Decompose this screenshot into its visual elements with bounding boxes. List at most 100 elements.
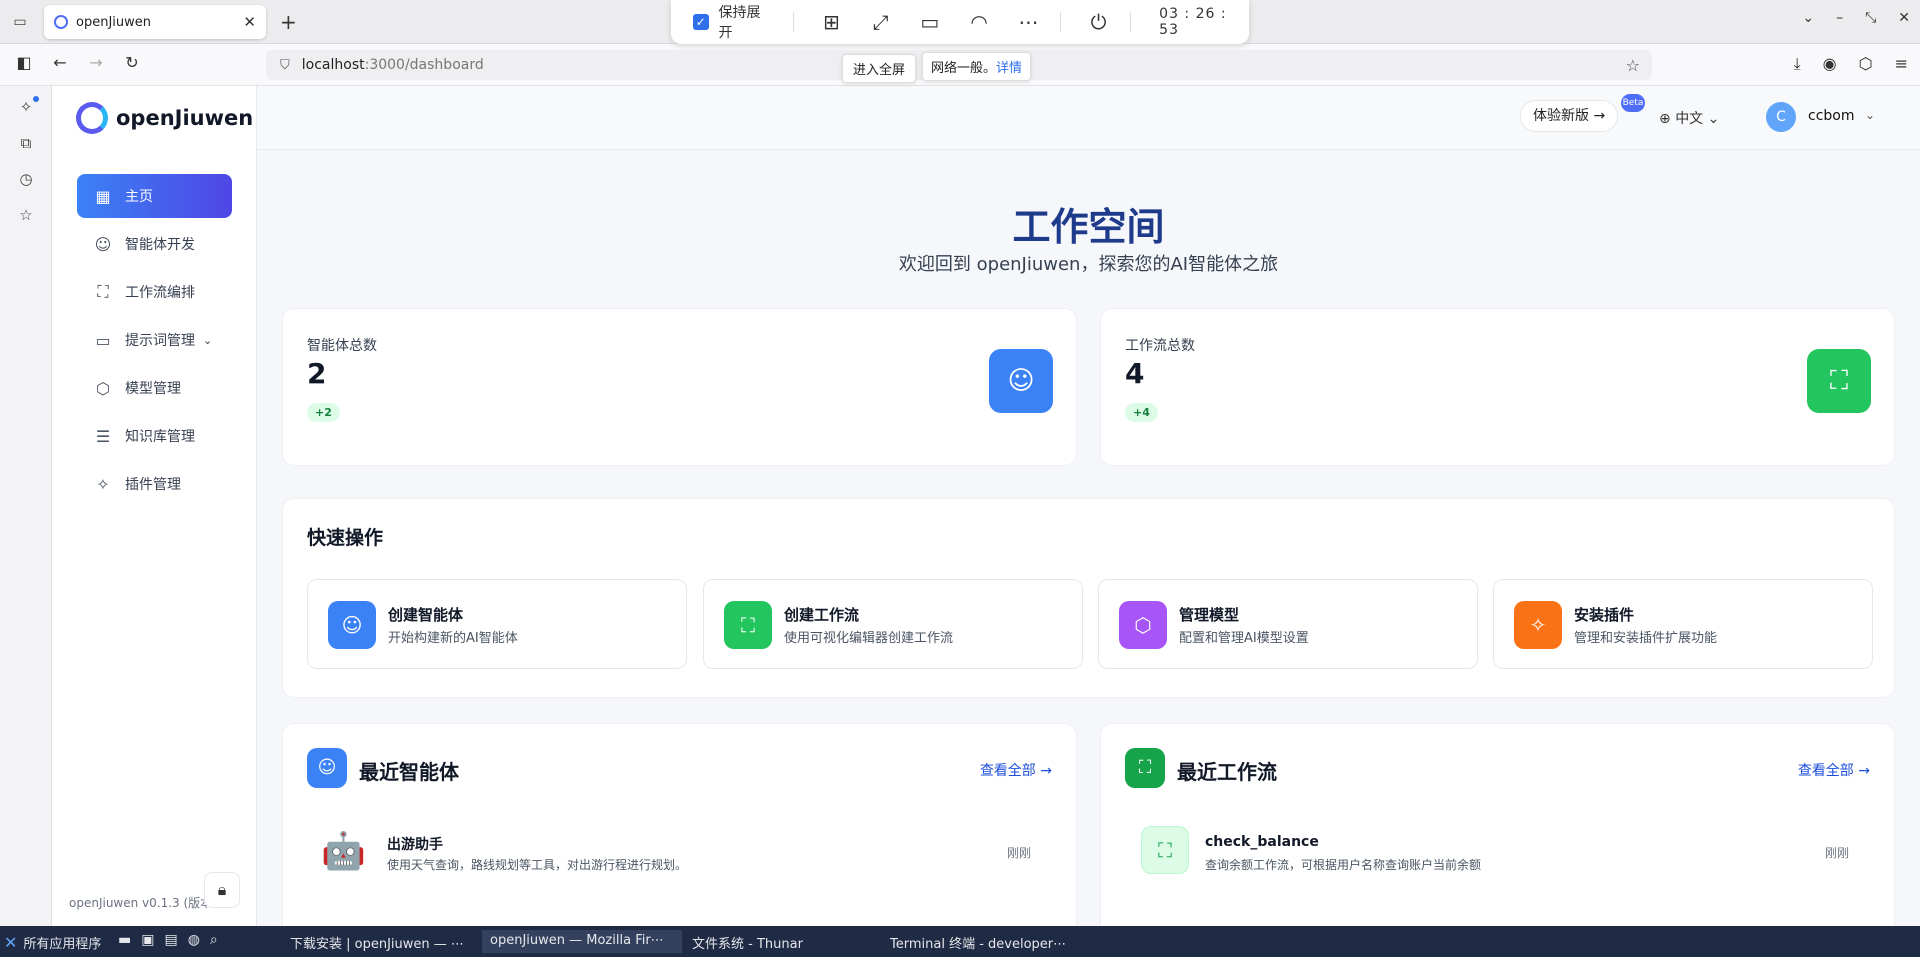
sidebar-item-agent-dev[interactable]: ☺ 智能体开发 xyxy=(77,222,232,266)
chevron-down-icon[interactable]: ⌄ xyxy=(1865,108,1875,122)
taskbar-task-active[interactable]: openJiuwen — Mozilla Fir⋯ xyxy=(482,930,682,953)
list-item-desc: 查询余额工作流，可根据用户名称查询账户当前余额 xyxy=(1205,858,1482,872)
terminal-icon[interactable]: ▣ xyxy=(141,932,154,948)
avatar[interactable]: C xyxy=(1766,102,1796,132)
history-icon[interactable]: ◷ xyxy=(16,170,36,188)
chevron-down-icon: ⌄ xyxy=(1707,111,1720,127)
puzzle-icon: ✧ xyxy=(1514,601,1562,649)
chevron-down-icon: ⌄ xyxy=(203,333,213,347)
list-item-time: 刚刚 xyxy=(1824,846,1849,860)
synced-tabs-icon[interactable]: ⧉ xyxy=(16,134,36,152)
power-icon[interactable]: ⏻ xyxy=(1087,10,1110,34)
browser-side-strip: ✧ ⧉ ◷ ☆ ⚙ xyxy=(0,86,52,926)
search-icon[interactable]: ⌕ xyxy=(210,932,218,948)
tab-title: openJiuwen xyxy=(76,14,151,30)
browser-tab[interactable]: openJiuwen ✕ xyxy=(44,5,266,39)
dashboard-icon: ▦ xyxy=(95,186,111,206)
keep-expanded-label: 保持展开 xyxy=(718,5,761,41)
quick-action-name: 创建智能体 xyxy=(388,606,464,624)
sidebar-item-prompts[interactable]: ▭ 提示词管理 ⌄ xyxy=(77,318,232,362)
taskbar-task[interactable]: Terminal 终端 - developer⋯ xyxy=(882,930,1082,953)
try-new-version-button[interactable]: 体验新版 → xyxy=(1520,100,1619,132)
quick-action-create-workflow[interactable]: ⛶ 创建工作流 使用可视化编辑器创建工作流 xyxy=(703,579,1083,669)
user-name[interactable]: ccbom xyxy=(1808,108,1854,124)
bookmarks-icon[interactable]: ☆ xyxy=(16,206,36,224)
stat-value: 2 xyxy=(307,357,327,390)
list-item-name: check_balance xyxy=(1205,834,1319,850)
keep-expanded-checkbox[interactable]: ✓ xyxy=(693,14,709,30)
more-icon[interactable]: ⋯ xyxy=(1017,10,1040,34)
app-sidebar: openJiuwen ▦ 主页 ☺ 智能体开发 ⛶ 工作流编排 ▭ 提示词管理 … xyxy=(52,86,257,926)
recent-agents-title: 最近智能体 xyxy=(359,760,459,784)
sidebar-toggle-icon[interactable]: ◧ xyxy=(12,53,36,72)
menu-icon[interactable]: ≡ xyxy=(1895,54,1908,74)
view-all-agents-link[interactable]: 查看全部 → xyxy=(980,760,1052,780)
app-logo[interactable]: openJiuwen xyxy=(76,102,253,134)
new-tab-icon[interactable]: + xyxy=(280,10,297,34)
downloads-icon[interactable]: ⤓ xyxy=(1794,54,1801,74)
sidebar-item-label: 模型管理 xyxy=(125,381,181,397)
reload-icon[interactable]: ↻ xyxy=(120,53,144,72)
tab-list-icon[interactable]: ▭ xyxy=(10,12,30,32)
account-icon[interactable]: ◉ xyxy=(1823,54,1837,74)
sidebar-item-workflow[interactable]: ⛶ 工作流编排 xyxy=(77,270,232,314)
start-menu-button[interactable]: ✕ 所有应用程序 xyxy=(4,933,101,952)
tab-overflow-icon[interactable]: ⌄ xyxy=(1802,10,1814,26)
main-content: 工作空间 欢迎回到 openJiuwen，探索您的AI智能体之旅 智能体总数 2… xyxy=(257,150,1920,926)
notification-dot xyxy=(33,96,39,102)
stat-card-workflows: 工作流总数 4 +4 ⛶ xyxy=(1100,308,1895,466)
page-title: 工作空间 xyxy=(1012,205,1165,249)
quick-action-manage-models[interactable]: ⬡ 管理模型 配置和管理AI模型设置 xyxy=(1098,579,1478,669)
stat-label: 工作流总数 xyxy=(1125,338,1195,354)
app-version: openJiuwen v0.1.3 (版本 xyxy=(69,896,213,910)
wifi-icon[interactable]: ◠ xyxy=(967,10,990,34)
beta-badge: Beta xyxy=(1621,94,1645,112)
forward-icon[interactable]: → xyxy=(84,53,108,72)
sidebar-item-knowledge[interactable]: ☰ 知识库管理 xyxy=(77,414,232,458)
list-item[interactable]: ⛶ check_balance 查询余额工作流，可根据用户名称查询账户当前余额 … xyxy=(1125,822,1865,882)
bookmark-star-icon[interactable]: ☆ xyxy=(1626,56,1640,75)
folder-icon[interactable]: ▤ xyxy=(164,932,177,948)
list-item[interactable]: 🤖 出游助手 使用天气查询，路线规划等工具，对出游行程进行规划。 刚刚 xyxy=(307,822,1047,882)
shield-icon[interactable]: ⛉ xyxy=(280,58,290,73)
fullscreen-icon[interactable]: ⤢ xyxy=(869,10,892,34)
quick-action-install-plugins[interactable]: ✧ 安装插件 管理和安装插件扩展功能 xyxy=(1493,579,1873,669)
firefox-icon[interactable]: ◍ xyxy=(188,932,200,948)
close-window-icon[interactable]: ✕ xyxy=(1898,10,1910,26)
quick-actions-panel: 快速操作 ☺ 创建智能体 开始构建新的AI智能体 ⛶ 创建工作流 使用可视化编辑… xyxy=(282,498,1895,698)
language-label: 中文 xyxy=(1675,111,1704,127)
database-icon: ☰ xyxy=(95,426,111,446)
quick-action-name: 创建工作流 xyxy=(784,606,860,624)
quick-action-create-agent[interactable]: ☺ 创建智能体 开始构建新的AI智能体 xyxy=(307,579,687,669)
language-selector[interactable]: ⊕ 中文 ⌄ xyxy=(1659,108,1719,128)
workflow-icon: ⛶ xyxy=(97,282,109,301)
recent-workflows-panel: ⛶ 最近工作流 查看全部 → ⛶ check_balance 查询余额工作流，可… xyxy=(1100,723,1895,926)
network-tooltip: 网络一般。详情 xyxy=(922,52,1032,81)
sidebar-item-models[interactable]: ⬡ 模型管理 xyxy=(77,366,232,410)
minimize-icon[interactable]: – xyxy=(1836,10,1843,26)
start-menu-label: 所有应用程序 xyxy=(23,937,102,952)
network-details-link[interactable]: 详情 xyxy=(996,61,1022,76)
fullscreen-tooltip: 进入全屏 xyxy=(842,54,917,83)
workflow-icon: ⛶ xyxy=(1125,748,1165,788)
view-all-workflows-link[interactable]: 查看全部 → xyxy=(1798,760,1870,780)
extensions-icon[interactable]: ⬡ xyxy=(1859,54,1873,74)
network-status-text: 网络一般。 xyxy=(931,61,997,76)
sidebar-item-home[interactable]: ▦ 主页 xyxy=(77,174,232,218)
screen-icon[interactable]: ▭ xyxy=(918,10,941,34)
back-icon[interactable]: ← xyxy=(48,53,72,72)
taskbar-task[interactable]: 文件系统 - Thunar xyxy=(684,930,874,953)
tab-close-icon[interactable]: ✕ xyxy=(243,13,256,31)
sidebar-item-plugins[interactable]: ✧ 插件管理 xyxy=(77,462,232,506)
desktop-icon[interactable]: ▬ xyxy=(118,932,131,948)
sidebar-item-label: 知识库管理 xyxy=(125,429,195,445)
sidebar-item-label: 工作流编排 xyxy=(125,285,195,301)
taskbar-task[interactable]: 下载安装 | openJiuwen — ⋯ xyxy=(282,930,480,953)
restore-icon[interactable]: ⤡ xyxy=(1865,10,1876,26)
lock-icon[interactable]: 🔒︎ xyxy=(204,872,240,908)
toolbar-divider xyxy=(1130,12,1132,32)
app-header: 体验新版 → Beta ⊕ 中文 ⌄ C ccbom ⌄ xyxy=(257,86,1920,150)
toolbar-divider xyxy=(792,12,794,32)
add-window-icon[interactable]: ⊞ xyxy=(820,10,843,34)
globe-icon: ⊕ xyxy=(1659,111,1676,127)
